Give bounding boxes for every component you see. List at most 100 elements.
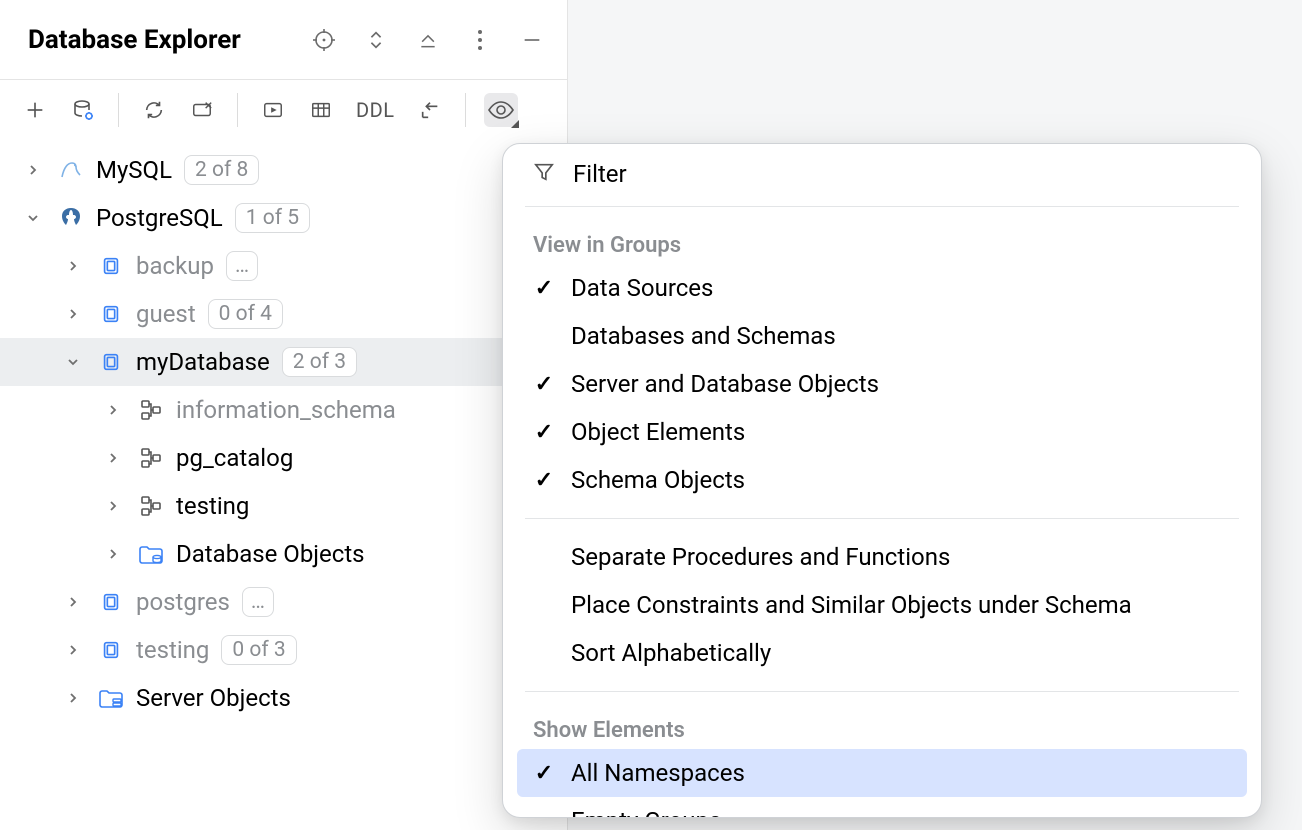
- popup-item-label: Empty Groups: [571, 807, 721, 818]
- tree-item-testing-db[interactable]: testing 0 of 3: [0, 626, 567, 674]
- tree-item-server-objects[interactable]: Server Objects: [0, 674, 567, 722]
- popup-list: Separate Procedures and Functions Place …: [503, 531, 1261, 679]
- popup-item-schema-objects[interactable]: ✓ Schema Objects: [517, 456, 1247, 504]
- tree-item-information-schema[interactable]: information_schema: [0, 386, 567, 434]
- popup-item-label: Server and Database Objects: [571, 370, 879, 398]
- database-icon: [98, 637, 124, 663]
- toolbar-separator: [465, 93, 466, 127]
- tree-label: pg_catalog: [176, 444, 293, 472]
- refresh-button[interactable]: [137, 93, 171, 127]
- chevron-down-icon: [64, 353, 82, 371]
- popup-item-label: All Namespaces: [571, 759, 745, 787]
- popup-item-databases-schemas[interactable]: Databases and Schemas: [517, 312, 1247, 360]
- tree-label: testing: [176, 492, 249, 520]
- popup-filter[interactable]: Filter: [503, 144, 1261, 202]
- popup-divider: [525, 206, 1239, 207]
- toolbar: DDL: [0, 80, 567, 140]
- popup-item-empty-groups[interactable]: Empty Groups: [517, 797, 1247, 818]
- navigate-button[interactable]: [413, 93, 447, 127]
- hide-icon[interactable]: [415, 27, 441, 53]
- popup-divider: [525, 518, 1239, 519]
- tree-badge: 2 of 8: [184, 155, 259, 185]
- database-icon: [98, 301, 124, 327]
- popup-item-label: Data Sources: [571, 274, 713, 302]
- postgresql-icon: [58, 205, 84, 231]
- tree-item-mydatabase[interactable]: myDatabase 2 of 3: [0, 338, 567, 386]
- tree-item-mysql[interactable]: MySQL 2 of 8: [0, 146, 567, 194]
- minimize-icon[interactable]: [519, 27, 545, 53]
- tree-label: backup: [136, 252, 214, 280]
- chevron-right-icon: [104, 545, 122, 563]
- chevron-right-icon: [104, 497, 122, 515]
- filter-icon: [533, 161, 559, 187]
- panel-title: Database Explorer: [28, 25, 241, 55]
- tree-badge: 2 of 3: [282, 347, 357, 377]
- popup-item-all-namespaces[interactable]: ✓ All Namespaces: [517, 749, 1247, 797]
- tree-item-database-objects[interactable]: Database Objects: [0, 530, 567, 578]
- folder-database-icon: [138, 541, 164, 567]
- tree-badge-more[interactable]: …: [242, 587, 274, 617]
- view-options-button[interactable]: [484, 93, 518, 127]
- popup-section-show-elements: Show Elements: [503, 704, 1261, 747]
- database-icon: [98, 589, 124, 615]
- popup-item-separate-procedures[interactable]: Separate Procedures and Functions: [517, 533, 1247, 581]
- tree-label: MySQL: [96, 156, 172, 184]
- popup-item-label: Place Constraints and Similar Objects un…: [571, 591, 1132, 619]
- tree-label: guest: [136, 300, 196, 328]
- popup-item-label: Separate Procedures and Functions: [571, 543, 950, 571]
- view-options-popup: Filter View in Groups ✓ Data Sources Dat…: [502, 143, 1262, 818]
- jump-to-query-console-button[interactable]: [256, 93, 290, 127]
- disconnect-button[interactable]: [185, 93, 219, 127]
- tree-item-postgresql[interactable]: PostgreSQL 1 of 5: [0, 194, 567, 242]
- popup-item-label: Sort Alphabetically: [571, 639, 771, 667]
- chevron-right-icon: [64, 641, 82, 659]
- popup-divider: [525, 691, 1239, 692]
- data-source-properties-button[interactable]: [66, 93, 100, 127]
- chevron-right-icon: [104, 449, 122, 467]
- popup-item-label: Databases and Schemas: [571, 322, 836, 350]
- chevron-right-icon: [64, 257, 82, 275]
- chevron-right-icon: [24, 161, 42, 179]
- popup-section-view-in-groups: View in Groups: [503, 219, 1261, 262]
- ddl-button[interactable]: DDL: [352, 98, 399, 122]
- schema-icon: [138, 397, 164, 423]
- schema-icon: [138, 493, 164, 519]
- tree-item-testing-schema[interactable]: testing: [0, 482, 567, 530]
- popup-item-server-db-objects[interactable]: ✓ Server and Database Objects: [517, 360, 1247, 408]
- table-view-button[interactable]: [304, 93, 338, 127]
- popup-list: ✓ Data Sources Databases and Schemas ✓ S…: [503, 262, 1261, 506]
- check-icon: ✓: [517, 468, 571, 493]
- tree-item-postgres-db[interactable]: postgres …: [0, 578, 567, 626]
- tree-badge: 1 of 5: [235, 203, 310, 233]
- popup-item-data-sources[interactable]: ✓ Data Sources: [517, 264, 1247, 312]
- mysql-icon: [58, 157, 84, 183]
- toolbar-separator: [118, 93, 119, 127]
- popup-item-place-constraints[interactable]: Place Constraints and Similar Objects un…: [517, 581, 1247, 629]
- more-icon[interactable]: [467, 27, 493, 53]
- tree-label: information_schema: [176, 396, 396, 424]
- chevron-right-icon: [64, 593, 82, 611]
- database-explorer-panel: Database Explorer: [0, 0, 568, 830]
- database-tree: MySQL 2 of 8 PostgreSQL 1 of 5 backup …: [0, 140, 567, 722]
- target-icon[interactable]: [311, 27, 337, 53]
- tree-label: myDatabase: [136, 348, 270, 376]
- tree-item-guest[interactable]: guest 0 of 4: [0, 290, 567, 338]
- tree-item-pg-catalog[interactable]: pg_catalog: [0, 434, 567, 482]
- tree-label: testing: [136, 636, 209, 664]
- schema-icon: [138, 445, 164, 471]
- toolbar-separator: [237, 93, 238, 127]
- add-button[interactable]: [18, 93, 52, 127]
- popup-item-object-elements[interactable]: ✓ Object Elements: [517, 408, 1247, 456]
- panel-header: Database Explorer: [0, 0, 567, 80]
- expand-collapse-icon[interactable]: [363, 27, 389, 53]
- tree-item-backup[interactable]: backup …: [0, 242, 567, 290]
- popup-item-sort-alphabetically[interactable]: Sort Alphabetically: [517, 629, 1247, 677]
- tree-badge-more[interactable]: …: [226, 251, 258, 281]
- tree-label: postgres: [136, 588, 230, 616]
- tree-label: Database Objects: [176, 540, 365, 568]
- popup-item-label: Schema Objects: [571, 466, 745, 494]
- database-icon: [98, 253, 124, 279]
- check-icon: ✓: [517, 276, 571, 301]
- tree-badge: 0 of 4: [208, 299, 283, 329]
- database-icon: [98, 349, 124, 375]
